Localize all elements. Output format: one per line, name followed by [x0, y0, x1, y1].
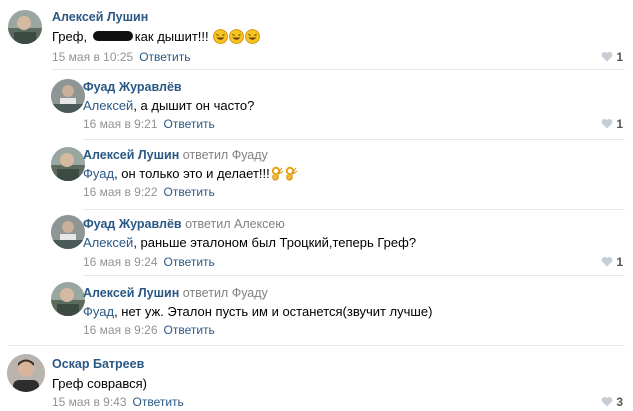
mention-link[interactable]: Фуад: [83, 304, 114, 319]
reply-button[interactable]: Ответить: [164, 323, 215, 337]
comment-text: Фуад, он только это и делает!!!: [83, 166, 298, 184]
like-count: 1: [616, 255, 623, 269]
comment-text-part: Греф,: [52, 29, 91, 44]
comment-text-part: , а дышит он часто?: [133, 98, 255, 113]
comment-date[interactable]: 16 мая в 9:24: [83, 255, 158, 269]
comment-meta: 16 мая в 9:21 Ответить: [83, 117, 215, 131]
comment-text-part: , нет уж. Эталон пусть им и останется(зв…: [114, 304, 433, 319]
replied-to[interactable]: ответил Алексею: [185, 217, 285, 231]
comment-author[interactable]: Фуад Журавлёв: [83, 80, 182, 94]
author-name[interactable]: Фуад Журавлёв: [83, 217, 182, 231]
author-name[interactable]: Алексей Лушин: [52, 10, 148, 24]
comment-author[interactable]: Алексей Лушин: [52, 10, 148, 24]
comment-author: Алексей Лушин ответил Фуаду: [83, 286, 268, 300]
comment-author[interactable]: Оскар Батреев: [52, 357, 144, 371]
reply-button[interactable]: Ответить: [139, 50, 190, 64]
like-button[interactable]: 1: [601, 50, 623, 64]
comment-date[interactable]: 15 мая в 10:25: [52, 50, 133, 64]
reply-button[interactable]: Ответить: [164, 117, 215, 131]
comment-author: Алексей Лушин ответил Фуаду: [83, 148, 268, 162]
comment-reply: Фуад Журавлёв ответил Алексею Алексей, р…: [0, 210, 633, 280]
heart-icon: [601, 119, 613, 129]
avatar[interactable]: [51, 79, 85, 113]
comment: Оскар Батреев Греф соврався) 15 мая в 9:…: [0, 346, 633, 411]
heart-icon: [601, 257, 613, 267]
like-count: 1: [616, 50, 623, 64]
avatar[interactable]: [51, 282, 85, 316]
comment-reply: Алексей Лушин ответил Фуаду Фуад, нет уж…: [0, 276, 633, 344]
comment-text-part: , раньше эталоном был Троцкий,теперь Гре…: [133, 235, 417, 250]
comment-meta: 16 мая в 9:24 Ответить: [83, 255, 215, 269]
comment-meta: 15 мая в 9:43 Ответить: [52, 395, 184, 409]
like-count: 1: [616, 117, 623, 131]
author-name[interactable]: Фуад Журавлёв: [83, 80, 182, 94]
avatar[interactable]: [8, 10, 42, 44]
rofl-emoji: [245, 29, 261, 47]
avatar[interactable]: [51, 147, 85, 181]
comment-meta: 16 мая в 9:26 Ответить: [83, 323, 215, 337]
heart-icon: [601, 52, 613, 62]
reply-button[interactable]: Ответить: [164, 255, 215, 269]
heart-icon: [601, 397, 613, 407]
comment-date[interactable]: 16 мая в 9:26: [83, 323, 158, 337]
comment-author: Фуад Журавлёв ответил Алексею: [83, 217, 285, 231]
comment-text-part: , он только это и делает!!!: [114, 166, 270, 181]
comment-meta: 16 мая в 9:22 Ответить: [83, 185, 215, 199]
rofl-emoji: [229, 29, 245, 47]
reply-button[interactable]: Ответить: [164, 185, 215, 199]
ok-hand-emoji: [285, 166, 298, 184]
reply-button[interactable]: Ответить: [133, 395, 184, 409]
comment-text: Греф, как дышит!!!: [52, 29, 261, 47]
author-name[interactable]: Алексей Лушин: [83, 148, 179, 162]
mention-link[interactable]: Алексей: [83, 235, 133, 250]
comment-reply: Фуад Журавлёв Алексей, а дышит он часто?…: [0, 70, 633, 140]
like-button[interactable]: 3: [601, 395, 623, 409]
ok-hand-emoji: [271, 166, 284, 184]
redacted-mark: [92, 31, 133, 41]
mention-link[interactable]: Алексей: [83, 98, 133, 113]
mention-link[interactable]: Фуад: [83, 166, 114, 181]
avatar[interactable]: [51, 215, 85, 249]
avatar[interactable]: [7, 354, 45, 392]
rofl-emoji: [213, 29, 229, 47]
like-button[interactable]: 1: [601, 117, 623, 131]
replied-to[interactable]: ответил Фуаду: [183, 148, 268, 162]
like-button[interactable]: 1: [601, 255, 623, 269]
comment-text: Греф соврався): [52, 376, 147, 391]
comment-date[interactable]: 15 мая в 9:43: [52, 395, 127, 409]
comment-text: Алексей, раньше эталоном был Троцкий,теп…: [83, 235, 416, 250]
comment-text: Фуад, нет уж. Эталон пусть им и останетс…: [83, 304, 432, 319]
author-name[interactable]: Оскар Батреев: [52, 357, 144, 371]
comment-text-part: Греф соврався): [52, 376, 147, 391]
comment-reply: Алексей Лушин ответил Фуаду Фуад, он тол…: [0, 140, 633, 210]
like-count: 3: [616, 395, 623, 409]
comment-date[interactable]: 16 мая в 9:21: [83, 117, 158, 131]
replied-to[interactable]: ответил Фуаду: [183, 286, 268, 300]
author-name[interactable]: Алексей Лушин: [83, 286, 179, 300]
comment-meta: 15 мая в 10:25 Ответить: [52, 50, 190, 64]
comment: Алексей Лушин Греф, как дышит!!! 15 мая …: [0, 0, 633, 70]
comment-date[interactable]: 16 мая в 9:22: [83, 185, 158, 199]
comment-text-part: как дышит!!!: [134, 29, 209, 44]
comment-text: Алексей, а дышит он часто?: [83, 98, 254, 113]
